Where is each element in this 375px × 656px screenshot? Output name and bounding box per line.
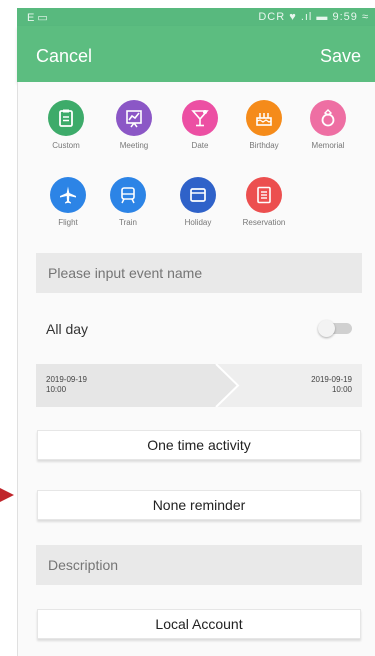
start-date: 2019-09-19 bbox=[46, 375, 87, 384]
category-label: Holiday bbox=[184, 218, 212, 227]
category-label: Birthday bbox=[249, 141, 279, 150]
category-label: Custom bbox=[52, 141, 80, 150]
category-label: Meeting bbox=[119, 141, 149, 150]
category-birthday[interactable]: Birthday bbox=[234, 100, 294, 150]
end-date[interactable]: 2019-09-19 bbox=[311, 375, 352, 385]
category-label: Flight bbox=[58, 218, 78, 227]
repeat-button[interactable]: One time activity bbox=[37, 430, 361, 460]
date-range: 2019-09-19 10:00 2019-09-19 10:00 bbox=[36, 364, 362, 407]
left-divider bbox=[17, 82, 18, 656]
status-bar: E ▭ DCR ♥ .ıl ▬ 9:59 ≈ bbox=[17, 8, 375, 26]
clipboard-icon bbox=[48, 100, 84, 136]
train-icon bbox=[110, 177, 146, 213]
reminder-label: None reminder bbox=[152, 497, 246, 513]
category-flight[interactable]: Flight bbox=[38, 177, 98, 227]
top-bar: Cancel Save bbox=[17, 26, 375, 82]
ring-icon bbox=[310, 100, 346, 136]
repeat-label: One time activity bbox=[147, 437, 251, 453]
category-train[interactable]: Train bbox=[98, 177, 158, 227]
reminder-button[interactable]: None reminder bbox=[37, 490, 361, 520]
status-left: E ▭ bbox=[27, 12, 48, 24]
arrow-pointer-icon bbox=[0, 488, 14, 502]
account-button[interactable]: Local Account bbox=[37, 609, 361, 639]
category-custom[interactable]: Custom bbox=[36, 100, 96, 150]
chevron-right-icon bbox=[208, 364, 240, 407]
status-right: DCR ♥ .ıl ▬ 9:59 ≈ bbox=[258, 11, 369, 23]
start-time: 10:00 bbox=[46, 385, 67, 394]
category-label: Date bbox=[191, 141, 209, 150]
category-meeting[interactable]: Meeting bbox=[104, 100, 164, 150]
category-label: Memorial bbox=[311, 141, 345, 150]
cocktail-icon bbox=[182, 100, 218, 136]
save-button[interactable]: Save bbox=[320, 46, 361, 67]
airplane-icon bbox=[50, 177, 86, 213]
category-holiday[interactable]: Holiday bbox=[168, 177, 228, 227]
allday-toggle[interactable] bbox=[318, 320, 354, 337]
category-label: Reservation bbox=[242, 218, 286, 227]
account-label: Local Account bbox=[155, 616, 243, 632]
event-name-input[interactable] bbox=[36, 253, 362, 293]
category-label: Train bbox=[119, 218, 137, 227]
cancel-button[interactable]: Cancel bbox=[36, 46, 92, 67]
description-input[interactable] bbox=[36, 545, 362, 585]
end-time[interactable]: 10:00 bbox=[332, 385, 352, 395]
calendar-icon bbox=[180, 177, 216, 213]
category-memorial[interactable]: Memorial bbox=[298, 100, 358, 150]
category-reservation[interactable]: Reservation bbox=[234, 177, 294, 227]
allday-label: All day bbox=[46, 321, 89, 337]
category-date[interactable]: Date bbox=[170, 100, 230, 150]
document-icon bbox=[246, 177, 282, 213]
toggle-knob bbox=[318, 320, 335, 337]
chart-icon bbox=[116, 100, 152, 136]
cake-icon bbox=[246, 100, 282, 136]
